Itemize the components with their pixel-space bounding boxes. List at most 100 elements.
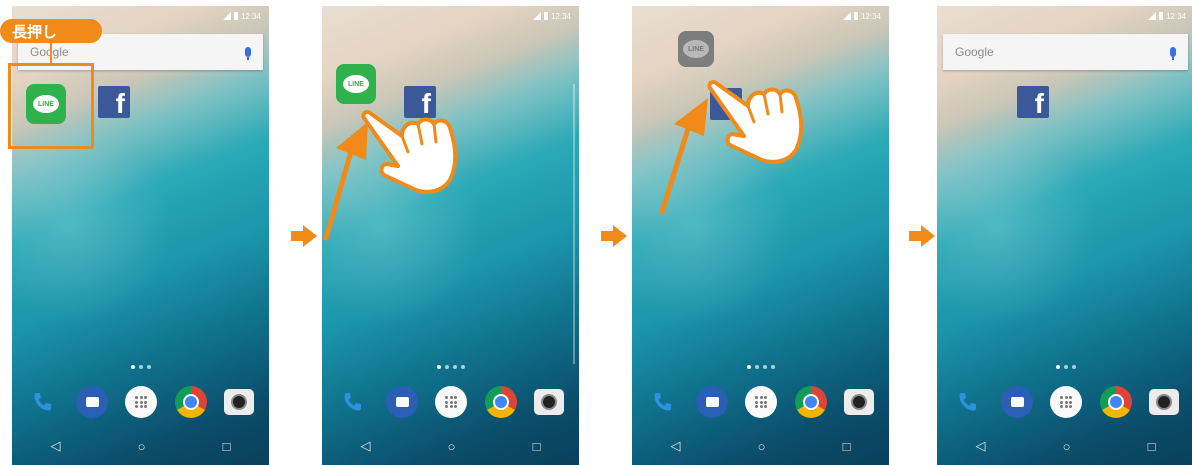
phone-app-icon[interactable] — [952, 386, 984, 418]
app-drawer-icon[interactable] — [1050, 386, 1083, 418]
back-triangle-icon[interactable]: ◁ — [671, 438, 681, 454]
facebook-app-icon[interactable]: f — [98, 86, 130, 118]
phone-screen-3: 12:34 LINE f ◁ ○ □ — [632, 6, 889, 465]
phone-screen-2: 12:34 LINE f ◁ ○ □ — [322, 6, 579, 465]
google-search-bar[interactable]: Google — [943, 34, 1188, 70]
drag-edge-indicator — [573, 84, 575, 364]
recent-square-icon[interactable]: □ — [223, 439, 231, 454]
status-bar: 12:34 — [532, 10, 571, 22]
page-indicator — [12, 365, 269, 369]
facebook-app-icon[interactable]: f — [404, 86, 436, 118]
battery-icon — [233, 12, 238, 20]
line-app-icon-dragging[interactable]: LINE — [336, 64, 376, 104]
battery-icon — [1158, 12, 1163, 20]
app-drawer-icon[interactable] — [125, 386, 158, 418]
recent-square-icon[interactable]: □ — [1148, 439, 1156, 454]
page-indicator — [322, 365, 579, 369]
chrome-app-icon[interactable] — [1099, 386, 1132, 418]
status-bar: 12:34 — [222, 10, 261, 22]
status-bar: 12:34 — [842, 10, 881, 22]
battery-icon — [853, 12, 858, 20]
navigation-bar: ◁ ○ □ — [12, 427, 269, 465]
mic-icon[interactable] — [245, 47, 251, 60]
chrome-app-icon[interactable] — [484, 386, 517, 418]
callout-connector — [50, 43, 52, 63]
page-dot — [146, 365, 151, 369]
page-dot — [138, 365, 143, 369]
arrow-right-icon — [291, 225, 317, 247]
navigation-bar: ◁ ○ □ — [632, 427, 889, 465]
messages-app-icon[interactable] — [76, 386, 109, 418]
phone-handset-icon — [654, 393, 671, 411]
page-dot — [770, 365, 775, 369]
camera-app-icon[interactable] — [844, 389, 875, 415]
line-icon-highlight-box — [8, 63, 94, 149]
signal-icon — [1147, 12, 1156, 20]
status-time: 12:34 — [240, 11, 261, 21]
signal-icon — [842, 12, 851, 20]
line-app-icon-removing[interactable]: LINE — [678, 31, 714, 67]
camera-app-icon[interactable] — [224, 389, 255, 415]
arrow-right-icon — [601, 225, 627, 247]
google-logo: Google — [955, 45, 994, 59]
phone-handset-icon — [959, 393, 976, 411]
status-bar: 12:34 — [1147, 10, 1186, 22]
facebook-app-icon[interactable]: f — [1017, 86, 1049, 118]
app-drawer-icon[interactable] — [435, 386, 468, 418]
page-dot — [746, 365, 751, 369]
dock — [632, 386, 889, 418]
page-dot — [754, 365, 759, 369]
mic-icon[interactable] — [1170, 47, 1176, 60]
page-dot — [444, 365, 449, 369]
status-time: 12:34 — [550, 11, 571, 21]
messages-app-icon[interactable] — [1001, 386, 1034, 418]
page-dot — [436, 365, 441, 369]
chrome-app-icon[interactable] — [174, 386, 207, 418]
page-dot — [1055, 365, 1060, 369]
home-circle-icon[interactable]: ○ — [448, 439, 456, 454]
navigation-bar: ◁ ○ □ — [322, 427, 579, 465]
chrome-app-icon[interactable] — [794, 386, 827, 418]
facebook-glyph: f — [115, 88, 125, 119]
back-triangle-icon[interactable]: ◁ — [361, 438, 371, 454]
page-dot — [1063, 365, 1068, 369]
home-circle-icon[interactable]: ○ — [1063, 439, 1071, 454]
status-time: 12:34 — [860, 11, 881, 21]
messages-app-icon[interactable] — [386, 386, 419, 418]
navigation-bar: ◁ ○ □ — [937, 427, 1192, 465]
home-circle-icon[interactable]: ○ — [138, 439, 146, 454]
camera-app-icon[interactable] — [534, 389, 565, 415]
camera-app-icon[interactable] — [1149, 389, 1180, 415]
page-dot — [1071, 365, 1076, 369]
signal-icon — [222, 12, 231, 20]
page-dot — [460, 365, 465, 369]
battery-icon — [543, 12, 548, 20]
phone-app-icon[interactable] — [647, 386, 679, 418]
phone-handset-icon — [344, 393, 361, 411]
app-drawer-icon[interactable] — [745, 386, 778, 418]
recent-square-icon[interactable]: □ — [843, 439, 851, 454]
recent-square-icon[interactable]: □ — [533, 439, 541, 454]
page-indicator — [937, 365, 1192, 369]
facebook-glyph: f — [727, 90, 737, 121]
dock — [937, 386, 1192, 418]
phone-screen-4: 12:34 Google f ◁ ○ □ — [937, 6, 1192, 465]
home-circle-icon[interactable]: ○ — [758, 439, 766, 454]
back-triangle-icon[interactable]: ◁ — [976, 438, 986, 454]
line-bubble: LINE — [343, 75, 369, 93]
back-triangle-icon[interactable]: ◁ — [51, 438, 61, 454]
facebook-app-icon[interactable]: f — [710, 88, 742, 120]
facebook-glyph: f — [1034, 88, 1044, 119]
phone-app-icon[interactable] — [337, 386, 369, 418]
status-time: 12:34 — [1165, 11, 1186, 21]
facebook-glyph: f — [421, 88, 431, 119]
messages-app-icon[interactable] — [696, 386, 729, 418]
page-dot — [452, 365, 457, 369]
dock — [12, 386, 269, 418]
page-dot — [130, 365, 135, 369]
long-press-callout: 長押し — [0, 19, 102, 43]
dock — [322, 386, 579, 418]
line-bubble: LINE — [683, 40, 709, 58]
page-indicator — [632, 365, 889, 369]
phone-app-icon[interactable] — [27, 386, 59, 418]
